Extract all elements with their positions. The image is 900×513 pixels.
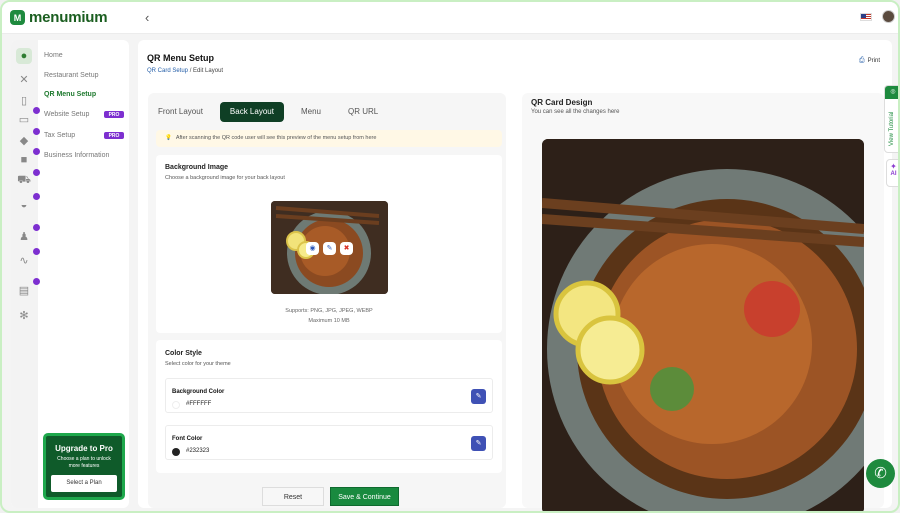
- preview-subtitle: You can see all the changes here: [531, 109, 620, 115]
- sidebar: ● ✕ ▯ ▭ ◆ ■ ⛟ ◒ ♟ ∿ ▤ ✻ Home Restaurant …: [11, 40, 129, 508]
- lock-icon: [33, 224, 40, 231]
- main-content: QR Menu Setup QR Card Setup / Edit Layou…: [138, 40, 892, 511]
- pencil-icon[interactable]: ✎: [323, 242, 336, 255]
- color-style-title: Color Style: [165, 350, 202, 357]
- info-notice: 💡 After scanning the QR code user will se…: [156, 130, 502, 147]
- font-color-value: #232323: [186, 448, 210, 454]
- whatsapp-icon[interactable]: ✆: [866, 459, 895, 488]
- lock-icon: [33, 148, 40, 155]
- background-color-swatch: [172, 401, 180, 409]
- color-style-card: Color Style Select color for your theme …: [156, 340, 502, 473]
- upgrade-title: Upgrade to Pro: [55, 444, 113, 453]
- monitor-icon[interactable]: ▭: [16, 107, 40, 127]
- font-color-swatch: [172, 448, 180, 456]
- breadcrumb-link[interactable]: QR Card Setup: [147, 68, 188, 74]
- print-icon: ⎙: [859, 57, 865, 64]
- lock-icon: [33, 248, 40, 255]
- app-frame: M menumium ‹ ● ✕ ▯ ▭ ◆ ■ ⛟ ◒ ♟ ∿ ▤ ✻ Hom…: [0, 0, 900, 513]
- print-label: Print: [867, 58, 880, 64]
- delivery-icon[interactable]: ⛟: [16, 169, 40, 189]
- dish-icon[interactable]: ◒: [16, 193, 40, 213]
- notice-text: After scanning the QR code user will see…: [175, 135, 377, 141]
- upgrade-text: Choose a plan to unlock more features: [57, 456, 111, 469]
- lock-icon: [33, 169, 40, 176]
- sidebar-item-qr-menu-setup[interactable]: QR Menu Setup: [44, 91, 96, 98]
- trash-icon[interactable]: ✖: [340, 242, 353, 255]
- qr-card-preview-image: [542, 139, 864, 511]
- max-size: Maximum 10 MB: [308, 318, 350, 324]
- font-color-label: Font Color: [172, 436, 203, 442]
- lock-icon: [33, 128, 40, 135]
- upgrade-card: Upgrade to Pro Choose a plan to unlock m…: [43, 433, 125, 500]
- sidebar-item-home[interactable]: Home: [44, 52, 63, 59]
- tax-icon[interactable]: ◆: [16, 128, 40, 148]
- sidebar-item-business-information[interactable]: Business Information: [44, 152, 109, 159]
- lock-icon: [33, 107, 40, 114]
- font-color-row: Font Color #232323 ✎: [165, 425, 493, 460]
- tab-back-layout[interactable]: Back Layout: [219, 102, 284, 122]
- reset-button[interactable]: Reset: [262, 487, 324, 506]
- preview-title: QR Card Design: [531, 98, 593, 107]
- tab-qr-url[interactable]: QR URL: [338, 102, 388, 122]
- print-button[interactable]: ⎙ Print: [859, 57, 880, 65]
- sidebar-item-restaurant-setup[interactable]: Restaurant Setup: [44, 72, 98, 79]
- pro-badge: PRO: [104, 111, 124, 118]
- view-tutorial-label: View Tutorial: [889, 111, 895, 146]
- sidebar-item-tax-setup[interactable]: Tax Setup: [44, 132, 75, 139]
- save-continue-button[interactable]: Save & Continue: [330, 487, 399, 506]
- sparkle-icon: ✦: [890, 162, 897, 171]
- logo-text: menumium: [29, 9, 108, 26]
- avatar[interactable]: [882, 10, 895, 23]
- lock-icon: [33, 193, 40, 200]
- sidebar-item-website-setup[interactable]: Website Setup: [44, 111, 89, 118]
- background-image-subtitle: Choose a background image for your back …: [165, 175, 285, 181]
- us-flag-icon[interactable]: [860, 13, 872, 21]
- ai-label: AI: [890, 171, 897, 177]
- lock-icon: [33, 278, 40, 285]
- background-color-label: Background Color: [172, 389, 225, 395]
- select-plan-button[interactable]: Select a Plan: [51, 475, 117, 492]
- tab-menu[interactable]: Menu: [291, 102, 331, 122]
- gear-icon[interactable]: ✻: [16, 307, 32, 323]
- background-color-row: Background Color #FFFFFF ✎: [165, 378, 493, 413]
- pro-badge: PRO: [104, 132, 124, 139]
- logo-icon: M: [10, 10, 25, 25]
- background-color-value: #FFFFFF: [186, 401, 212, 407]
- color-style-subtitle: Select color for your theme: [165, 361, 231, 367]
- page-title: QR Menu Setup: [147, 53, 214, 63]
- ai-assistant-button[interactable]: ✦ AI: [886, 159, 898, 187]
- supported-formats: Supports: PNG, JPG, JPEG, WEBP: [285, 308, 373, 314]
- chat-icon[interactable]: ▤: [16, 278, 40, 298]
- background-image-title: Background Image: [165, 164, 229, 171]
- user-icon[interactable]: ♟: [16, 224, 40, 244]
- lightbulb-icon: 💡: [165, 135, 172, 141]
- breadcrumb-current: Edit Layout: [193, 68, 224, 74]
- layout-tabs: Front Layout Back Layout Menu QR URL: [148, 102, 388, 124]
- tab-front-layout[interactable]: Front Layout: [148, 102, 213, 122]
- noodle-bowl-image: [542, 139, 864, 511]
- analytics-icon[interactable]: ∿: [16, 248, 40, 268]
- edit-font-color-button[interactable]: ✎: [471, 436, 486, 451]
- eye-icon[interactable]: ◉: [306, 242, 319, 255]
- chevron-left-icon[interactable]: ‹: [145, 10, 149, 25]
- briefcase-icon[interactable]: ■: [16, 148, 40, 168]
- edit-background-color-button[interactable]: ✎: [471, 389, 486, 404]
- breadcrumb: QR Card Setup / Edit Layout: [147, 68, 223, 74]
- leaf-icon[interactable]: ●: [16, 48, 32, 64]
- view-tutorial-button[interactable]: ◎ View Tutorial: [884, 85, 898, 153]
- sidebar-icon-rail: ● ✕ ▯ ▭ ◆ ■ ⛟ ◒ ♟ ∿ ▤ ✻: [11, 40, 40, 508]
- tutorial-icon: ◎: [885, 86, 898, 99]
- logo[interactable]: M menumium: [10, 9, 108, 26]
- top-bar: M menumium ‹: [2, 2, 898, 34]
- tools-icon[interactable]: ✕: [16, 71, 32, 87]
- phone-icon[interactable]: ▯: [16, 92, 32, 108]
